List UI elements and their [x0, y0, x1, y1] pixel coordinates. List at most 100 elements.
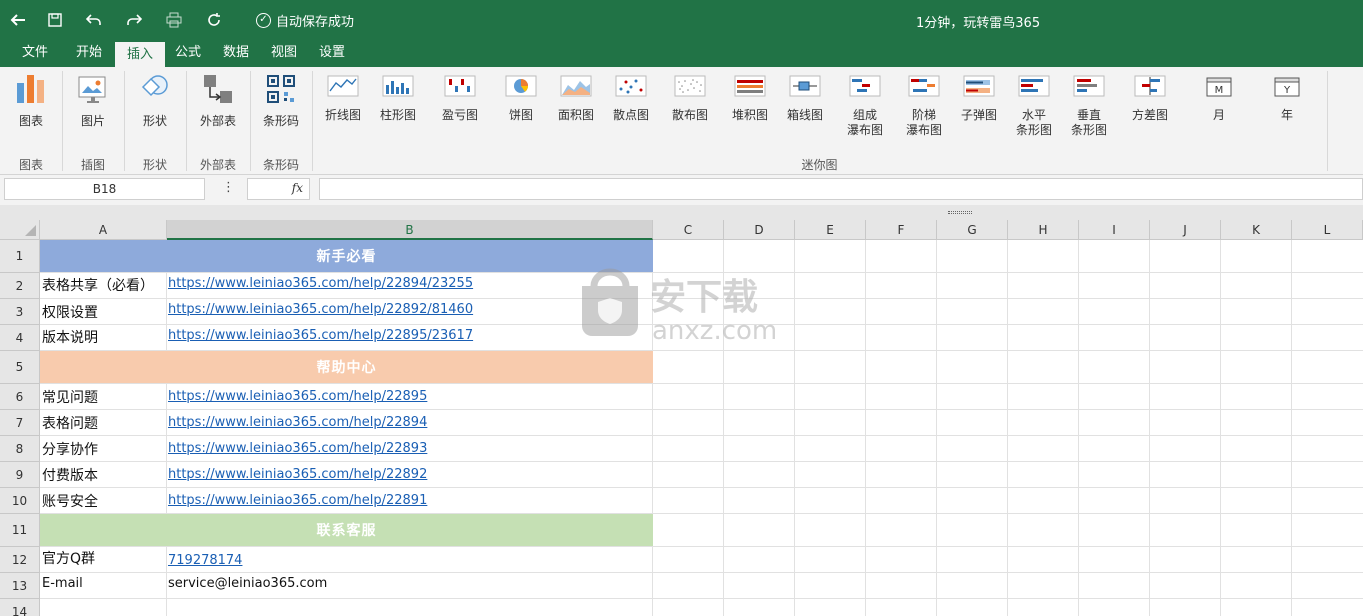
column-header-f[interactable]: F [866, 220, 937, 240]
cell-b4-link[interactable]: https://www.leiniao365.com/help/22895/23… [168, 328, 473, 343]
column-header-b[interactable]: B [167, 220, 653, 240]
row-header[interactable]: 12 [0, 547, 40, 573]
row-header[interactable]: 10 [0, 488, 40, 514]
cell-b8-link[interactable]: https://www.leiniao365.com/help/22893 [168, 441, 427, 456]
sparkline-box-button[interactable]: 箱线图 [782, 73, 828, 123]
pane-splitter[interactable] [0, 205, 1363, 220]
row-header[interactable]: 8 [0, 436, 40, 462]
section-header-beginner[interactable]: 新手必看 [40, 240, 653, 272]
dot-sparkline-icon [615, 75, 647, 97]
sparkline-month-button[interactable]: M 月 [1196, 73, 1242, 123]
column-header-g[interactable]: G [937, 220, 1008, 240]
column-header-d[interactable]: D [724, 220, 795, 240]
year-label: 年 [1280, 108, 1293, 122]
tab-data[interactable]: 数据 [215, 40, 257, 67]
sparkline-variance-button[interactable]: 方差图 [1127, 73, 1173, 123]
row-header[interactable]: 14 [0, 599, 40, 616]
row-header[interactable]: 13 [0, 573, 40, 599]
column-header-h[interactable]: H [1008, 220, 1079, 240]
row-header[interactable]: 5 [0, 351, 40, 384]
name-box[interactable]: B18 [4, 178, 205, 200]
sparkline-bullet-button[interactable]: 子弹图 [956, 73, 1002, 123]
save-icon[interactable] [44, 9, 66, 31]
sparkline-scatter-button[interactable]: 散布图 [667, 73, 713, 123]
insert-barcode-button[interactable]: 条形码 [258, 73, 304, 129]
cell-a2[interactable]: 表格共享（必看） [42, 275, 154, 295]
cell-b12-link[interactable]: 719278174 [168, 553, 242, 568]
promo-text[interactable]: 1分钟，玩转雷鸟365 [916, 12, 1040, 31]
redo-icon[interactable] [123, 9, 145, 31]
column-header-l[interactable]: L [1292, 220, 1363, 240]
cell-a8[interactable]: 分享协作 [42, 439, 98, 459]
insert-external-table-button[interactable]: 外部表 [194, 73, 242, 129]
insert-function-button[interactable]: fx [247, 178, 310, 200]
cell-b10-link[interactable]: https://www.leiniao365.com/help/22891 [168, 493, 427, 508]
tab-formulas[interactable]: 公式 [167, 40, 209, 67]
select-all-corner[interactable] [0, 220, 40, 240]
composite-waterfall-label-1: 组成 [852, 108, 877, 122]
cell-b2-link[interactable]: https://www.leiniao365.com/help/22894/23… [168, 276, 473, 291]
insert-chart-button[interactable]: 图表 [8, 73, 54, 129]
sparkline-pie-button[interactable]: 饼图 [498, 73, 544, 123]
section-header-contact[interactable]: 联系客服 [40, 514, 653, 546]
cell-a12[interactable]: 官方Q群 [42, 548, 95, 568]
group-label-sparkline: 迷你图 [801, 158, 838, 172]
sparkline-hbar-button[interactable]: 水平 条形图 [1011, 73, 1057, 138]
spreadsheet-grid[interactable]: A B C D E F G H I J K L 1 2 3 4 5 6 7 8 … [0, 220, 1363, 616]
row-header[interactable]: 1 [0, 240, 40, 273]
tab-insert[interactable]: 插入 [115, 40, 165, 67]
row-header[interactable]: 9 [0, 462, 40, 488]
cell-a13[interactable]: E-mail [42, 576, 83, 591]
sparkline-vbar-button[interactable]: 垂直 条形图 [1066, 73, 1112, 138]
column-header-e[interactable]: E [795, 220, 866, 240]
sparkline-dot-button[interactable]: 散点图 [608, 73, 654, 123]
row-header[interactable]: 6 [0, 384, 40, 410]
column-header-i[interactable]: I [1079, 220, 1150, 240]
formula-input[interactable] [319, 178, 1363, 200]
section-header-help[interactable]: 帮助中心 [40, 351, 653, 383]
column-header-j[interactable]: J [1150, 220, 1221, 240]
sparkline-stacked-button[interactable]: 堆积图 [727, 73, 773, 123]
cell-a6[interactable]: 常见问题 [42, 387, 98, 407]
tab-settings[interactable]: 设置 [311, 40, 353, 67]
cell-a10[interactable]: 账号安全 [42, 491, 98, 511]
year-calendar-icon: Y [1274, 77, 1300, 97]
cell-b3-link[interactable]: https://www.leiniao365.com/help/22892/81… [168, 302, 473, 317]
sparkline-step-waterfall-button[interactable]: 阶梯 瀑布图 [901, 73, 947, 138]
column-header-a[interactable]: A [40, 220, 167, 240]
sparkline-area-button[interactable]: 面积图 [553, 73, 599, 123]
row-header[interactable]: 2 [0, 273, 40, 299]
tab-view[interactable]: 视图 [263, 40, 305, 67]
more-options-icon[interactable]: ⋮ [222, 180, 235, 195]
cell-b7-link[interactable]: https://www.leiniao365.com/help/22894 [168, 415, 427, 430]
area-sparkline-icon [560, 75, 592, 97]
cell-a4[interactable]: 版本说明 [42, 327, 98, 347]
cell-b9-link[interactable]: https://www.leiniao365.com/help/22892 [168, 467, 427, 482]
cell-a9[interactable]: 付费版本 [42, 465, 98, 485]
tab-file[interactable]: 文件 [14, 40, 56, 67]
undo-icon[interactable] [83, 9, 105, 31]
sparkline-year-button[interactable]: Y 年 [1264, 73, 1310, 123]
insert-picture-button[interactable]: 图片 [70, 73, 116, 129]
winloss-sparkline-label: 盈亏图 [441, 108, 478, 122]
cell-a7[interactable]: 表格问题 [42, 413, 98, 433]
cell-b13[interactable]: service@leiniao365.com [168, 576, 327, 591]
cell-b6-link[interactable]: https://www.leiniao365.com/help/22895 [168, 389, 427, 404]
splitter-grip-icon[interactable] [948, 211, 972, 214]
refresh-icon[interactable] [203, 9, 225, 31]
sparkline-winloss-button[interactable]: 盈亏图 [437, 73, 483, 123]
column-header-k[interactable]: K [1221, 220, 1292, 240]
cell-a3[interactable]: 权限设置 [42, 302, 98, 322]
row-header[interactable]: 3 [0, 299, 40, 325]
sparkline-column-button[interactable]: 柱形图 [375, 73, 421, 123]
sparkline-line-button[interactable]: 折线图 [320, 73, 366, 123]
column-header-c[interactable]: C [653, 220, 724, 240]
print-icon[interactable] [163, 9, 185, 31]
row-header[interactable]: 4 [0, 325, 40, 351]
tab-home[interactable]: 开始 [68, 40, 110, 67]
sparkline-composite-waterfall-button[interactable]: 组成 瀑布图 [842, 73, 888, 138]
insert-shape-button[interactable]: 形状 [132, 73, 178, 129]
back-icon[interactable] [7, 9, 29, 31]
row-header[interactable]: 11 [0, 514, 40, 547]
row-header[interactable]: 7 [0, 410, 40, 436]
